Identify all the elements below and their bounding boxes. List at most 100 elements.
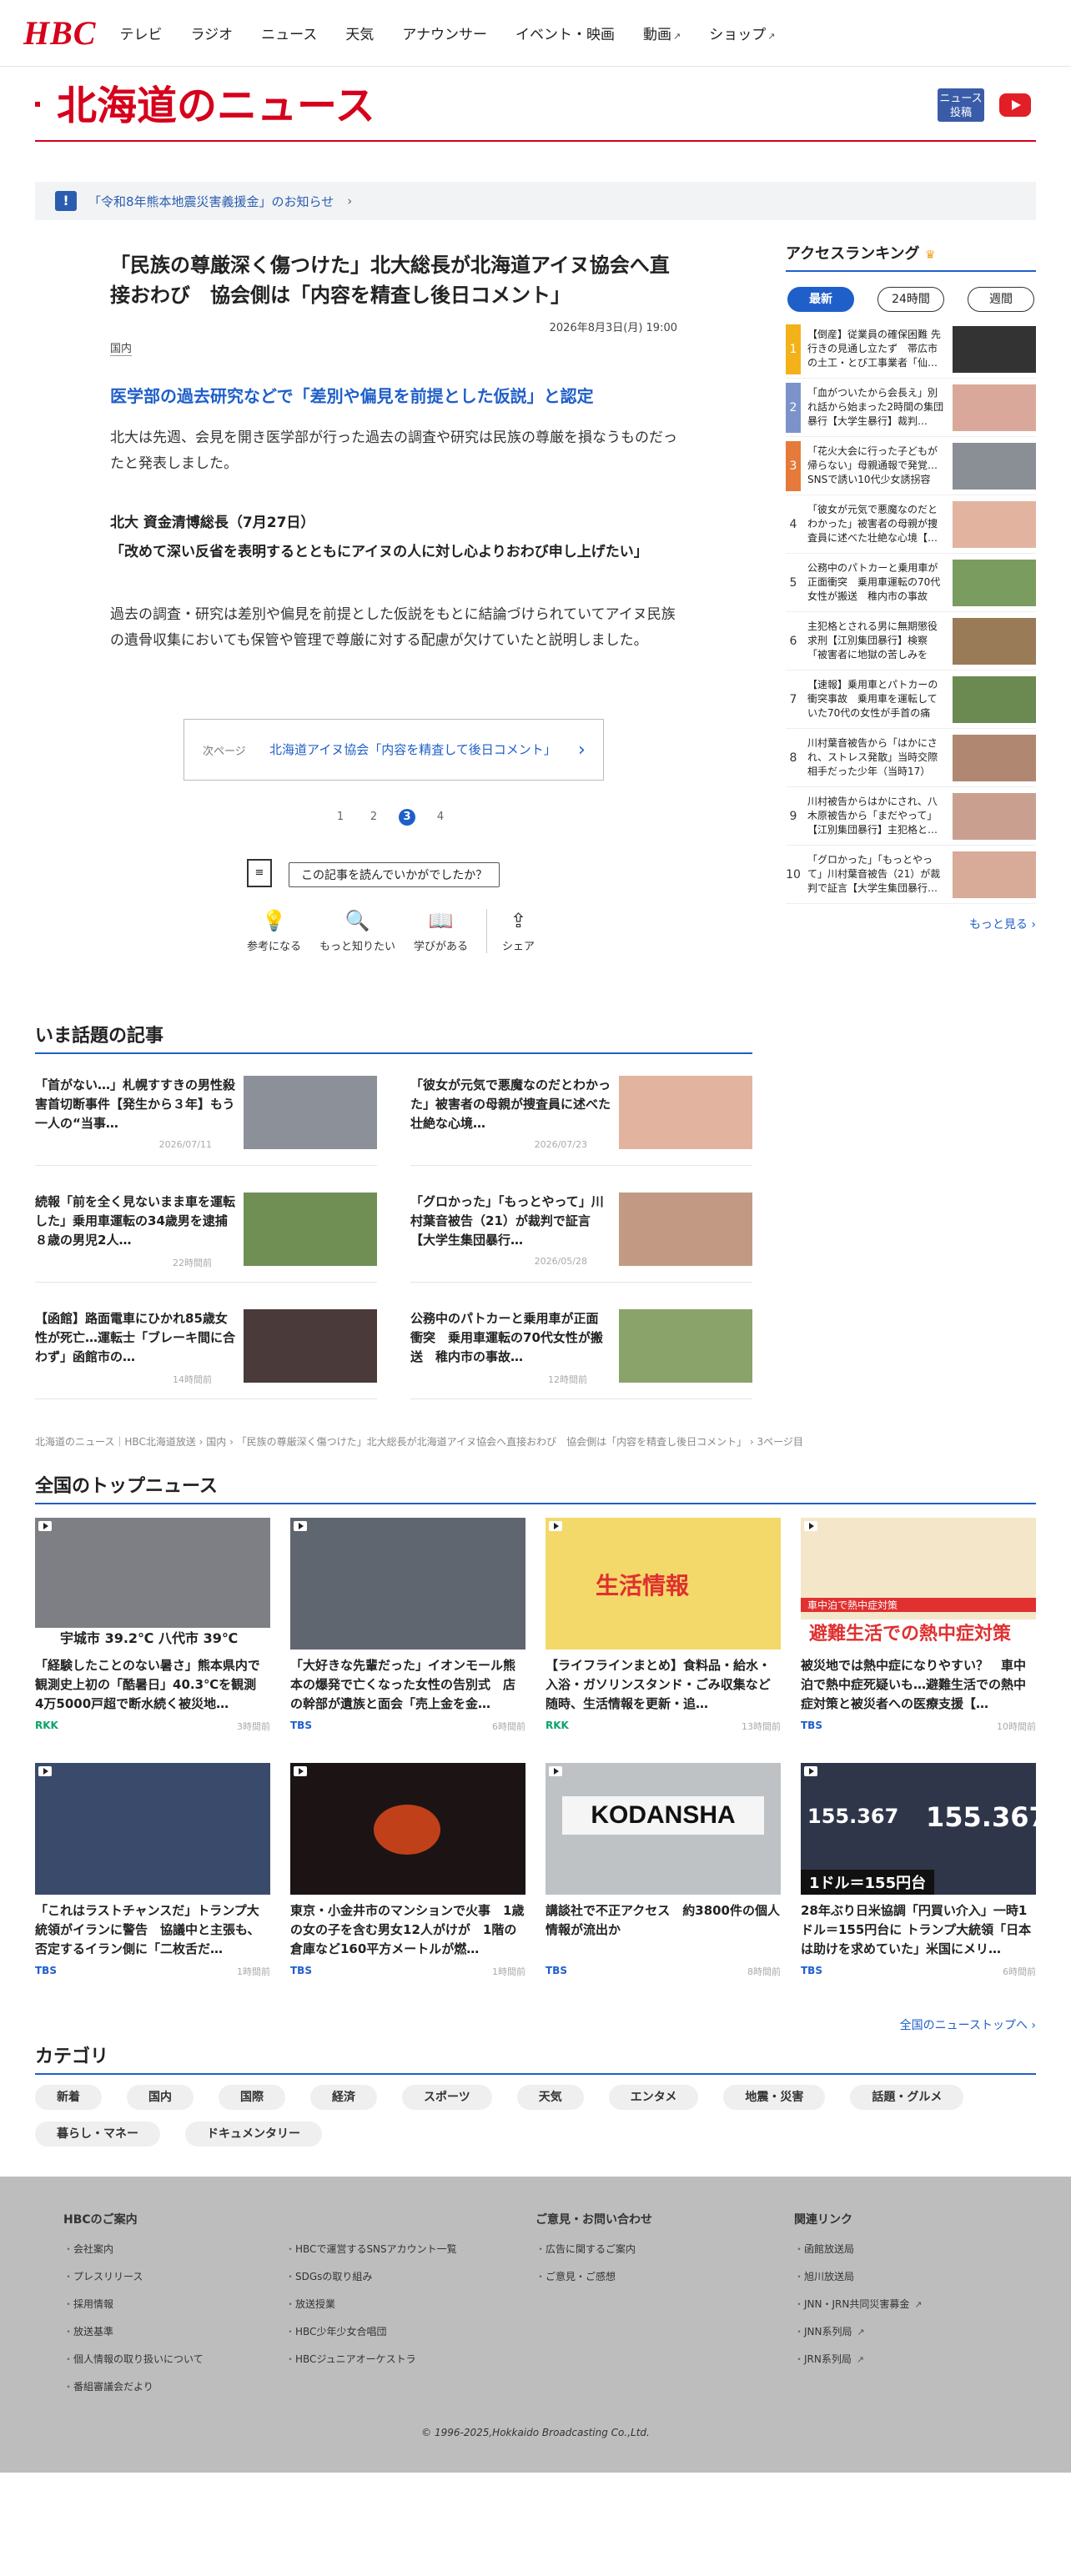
footer-link[interactable]: JNN・JRN共同災害募金 ↗: [794, 2291, 922, 2318]
tab-24h[interactable]: 24時間: [877, 287, 944, 312]
ranking-tabs: 最新 24時間 週間: [786, 287, 1036, 312]
footer-link[interactable]: 函館放送局: [794, 2236, 922, 2263]
category-tag[interactable]: エンタメ: [608, 2085, 699, 2110]
category-tag[interactable]: 新着: [35, 2085, 102, 2110]
article: 「民族の尊厳深く傷つけた」北大総長が北海道アイヌ協会へ直接おわび 協会側は「内容…: [110, 250, 677, 654]
thumbnail: [953, 734, 1036, 781]
category-tag[interactable]: スポーツ: [402, 2085, 492, 2110]
nav-event[interactable]: イベント・映画: [515, 23, 615, 43]
thumbnail: [953, 442, 1036, 490]
ranking-item[interactable]: 8 川村葉音被告から「はかにされ、ストレス発散」当時交際相手だった少年（当時17）…: [786, 729, 1036, 787]
thumbnail: [619, 1193, 752, 1266]
play-icon: [294, 1521, 307, 1531]
topic-item[interactable]: 「首がない…」札幌すすきの男性殺害首切断事件【発生から３年】もう一人の“当事… 2…: [35, 1076, 377, 1166]
ranking-item[interactable]: 1 【倒産】従業員の確保困難 先行きの見通し立たず 帯広市の土工・とび工事業者「仙…: [786, 320, 1036, 379]
news-card[interactable]: 生活情報 【ライフラインまとめ】食料品・給水・入浴・ガソリンスタンド・ごみ収集な…: [546, 1518, 781, 1733]
ranking-more-link[interactable]: もっと見る ›: [969, 916, 1036, 932]
play-icon: [294, 1766, 307, 1776]
topic-item[interactable]: 「グロかった」「もっとやって」川村葉音被告（21）が裁判で証言【大学生集団暴行……: [410, 1193, 752, 1283]
notice-banner[interactable]: ! 「令和8年熊本地震災害義援金」のお知らせ ›: [35, 182, 1036, 220]
footer-link[interactable]: HBC少年少女合唱団: [285, 2318, 457, 2346]
category-tag[interactable]: 暮らし・マネー: [35, 2122, 160, 2147]
play-icon: [804, 1766, 817, 1776]
reaction-helpful[interactable]: 💡 参考になる: [247, 909, 301, 953]
footer-link[interactable]: HBCで運営するSNSアカウント一覧: [285, 2236, 457, 2263]
external-link-icon: ↗: [672, 31, 681, 42]
footer-link[interactable]: 放送授業: [285, 2291, 457, 2318]
article-date: 2026年8月3日(月) 19:00: [549, 322, 677, 334]
nav-radio[interactable]: ラジオ: [190, 23, 233, 43]
news-post-button[interactable]: ニュース 投稿: [938, 88, 984, 122]
category-tag[interactable]: 国内: [127, 2085, 194, 2110]
thumbnail: [953, 617, 1036, 665]
footer-link[interactable]: 番組審議会だより: [63, 2373, 204, 2401]
reaction-want-more[interactable]: 🔍 もっと知りたい: [319, 909, 395, 953]
page-4[interactable]: 4: [432, 809, 449, 826]
quote-speaker: 北大 資金清博総長（7月27日）: [110, 515, 315, 531]
ranking-item[interactable]: 5 公務中のパトカーと乗用車が正面衝突 乗用車運転の70代女性が搬送 稚内市の事故…: [786, 554, 1036, 612]
news-card[interactable]: 東京・小金井市のマンションで火事 1歳の女の子を含む男女12人がけが 1階の倉庫…: [290, 1763, 525, 1978]
news-card[interactable]: 車中泊で熱中症対策 避難生活での熱中症対策 被災地では熱中症になりやすい？ 車中泊…: [801, 1518, 1036, 1733]
footer-link[interactable]: HBCジュニアオーケストラ: [285, 2346, 457, 2373]
footer-link[interactable]: 会社案内: [63, 2236, 204, 2263]
national-news-heading: 全国のトップニュース: [35, 1471, 1036, 1504]
tab-latest[interactable]: 最新: [787, 287, 854, 312]
external-link-icon: ↗: [856, 2354, 864, 2365]
category-tag[interactable]: ドキュメンタリー: [185, 2122, 322, 2147]
footer-link[interactable]: ご意見・ご感想: [536, 2263, 652, 2291]
topic-item[interactable]: 公務中のパトカーと乗用車が正面衝突 乗用車運転の70代女性が搬送 稚内市の事故……: [410, 1309, 752, 1399]
topic-item[interactable]: 「彼女が元気で悪魔なのだとわかった」被害者の母親が捜査員に述べた壮絶な心境… 20…: [410, 1076, 752, 1166]
footer-col-links: 関連リンク 函館放送局 旭川放送局 JNN・JRN共同災害募金 ↗ JNN系列局…: [794, 2207, 922, 2373]
reaction-learned[interactable]: 📖 学びがある: [414, 909, 468, 953]
footer-link[interactable]: 放送基準: [63, 2318, 204, 2346]
category-tag[interactable]: 地震・災害: [723, 2085, 826, 2110]
footer-link[interactable]: 広告に関するご案内: [536, 2236, 652, 2263]
footer-link[interactable]: SDGsの取り組み: [285, 2263, 457, 2291]
news-card[interactable]: KODANSHA 講談社で不正アクセス 約3800件の個人情報が流出か TBS 8…: [546, 1763, 781, 1978]
article-category[interactable]: 国内: [110, 339, 133, 356]
tab-weekly[interactable]: 週間: [968, 287, 1034, 312]
source-label: RKK: [546, 1720, 569, 1731]
footer-link[interactable]: プレスリリース: [63, 2263, 204, 2291]
youtube-icon[interactable]: [999, 93, 1031, 117]
breadcrumb[interactable]: 北海道のニュース｜HBC北海道放送 › 国内 › 「民族の尊厳深く傷つけた」北大…: [35, 1434, 803, 1449]
nav-video[interactable]: 動画 ↗: [643, 23, 681, 43]
nav-tv[interactable]: テレビ: [119, 23, 162, 43]
ranking-item[interactable]: 7 【速報】乗用車とパトカーの衝突事故 乗用車を運転していた70代の女性が手首の痛…: [786, 670, 1036, 729]
fire-glow: [374, 1805, 440, 1855]
thumbnail: 宇城市 39.2℃ 八代市 39℃: [35, 1518, 270, 1650]
ranking-item[interactable]: 3 「花火大会に行った子どもが帰らない」母親通報で発覚…SNSで誘い10代少女誘拐…: [786, 437, 1036, 495]
exclamation-icon: !: [55, 191, 77, 211]
ranking-item[interactable]: 10 「グロかった」「もっとやって」川村葉音被告（21）が裁判で証言【大学生集団暴…: [786, 846, 1036, 904]
next-page-link[interactable]: 次ページ 北海道アイヌ協会「内容を精査して後日コメント」 ›: [184, 719, 604, 781]
national-news-more-link[interactable]: 全国のニューストップへ ›: [900, 2016, 1036, 2033]
category-tag[interactable]: 天気: [516, 2085, 584, 2110]
category-tag[interactable]: 国際: [219, 2085, 285, 2110]
category-tag[interactable]: 経済: [310, 2085, 377, 2110]
footer-link[interactable]: 旭川放送局: [794, 2263, 922, 2291]
nav-news[interactable]: ニュース: [261, 23, 317, 43]
footer-link[interactable]: JRN系列局 ↗: [794, 2346, 922, 2373]
footer-link[interactable]: 採用情報: [63, 2291, 204, 2318]
page-2[interactable]: 2: [365, 809, 382, 826]
nav-weather[interactable]: 天気: [345, 23, 374, 43]
ranking-item[interactable]: 4 「彼女が元気で悪魔なのだとわかった」被害者の母親が捜査員に述べた壮絶な心境【…: [786, 495, 1036, 554]
hbc-logo[interactable]: HBC: [23, 13, 96, 53]
news-card[interactable]: 宇城市 39.2℃ 八代市 39℃ 「経験したことのない暑さ」熊本県内で観測史上…: [35, 1518, 270, 1733]
news-card[interactable]: 155.367 155.367 1ドル＝155円台 28年ぶり日米協調「円買い介入」…: [801, 1763, 1048, 1978]
nav-shop[interactable]: ショップ ↗: [709, 23, 775, 43]
page-1[interactable]: 1: [332, 809, 349, 826]
nav-announcer[interactable]: アナウンサー: [402, 23, 487, 43]
category-tag[interactable]: 話題・グルメ: [850, 2085, 964, 2110]
footer-link[interactable]: 個人情報の取り扱いについて: [63, 2346, 204, 2373]
ranking-item[interactable]: 6主犯格とされる男に無期懲役求刑【江別集団暴行】検察「被害者に地獄の苦しみを与…: [786, 612, 1036, 670]
ranking-item[interactable]: 9 川村被告からはかにされ、八木原被告から「まだやって」【江別集団暴行】主犯格と…: [786, 787, 1036, 846]
news-card[interactable]: 「これはラストチャンスだ」トランプ大統領がイランに警告 協議中と主張も、否定する…: [35, 1763, 270, 1978]
topic-item[interactable]: 続報「前を全く見ないまま車を運転した」乗用車運転の34歳男を逮捕 ８歳の男児2人…: [35, 1193, 377, 1283]
topic-item[interactable]: 【函館】路面電車にひかれ85歳女性が死亡…運転士「ブレーキ間に合わず」函館市の……: [35, 1309, 377, 1399]
footer-link[interactable]: JNN系列局 ↗: [794, 2318, 922, 2346]
share-button[interactable]: ⇪ シェア: [486, 909, 535, 953]
ranking-list: 1 【倒産】従業員の確保困難 先行きの見通し立たず 帯広市の土工・とび工事業者「仙…: [786, 320, 1036, 904]
ranking-item[interactable]: 2 「血がついたから会長え」別れ話から始まった2時間の集団暴行【大学生暴行】裁判…: [786, 379, 1036, 437]
news-card[interactable]: 「大好きな先輩だった」イオンモール熊本の爆発で亡くなった女性の告別式 店の幹部が…: [290, 1518, 525, 1733]
